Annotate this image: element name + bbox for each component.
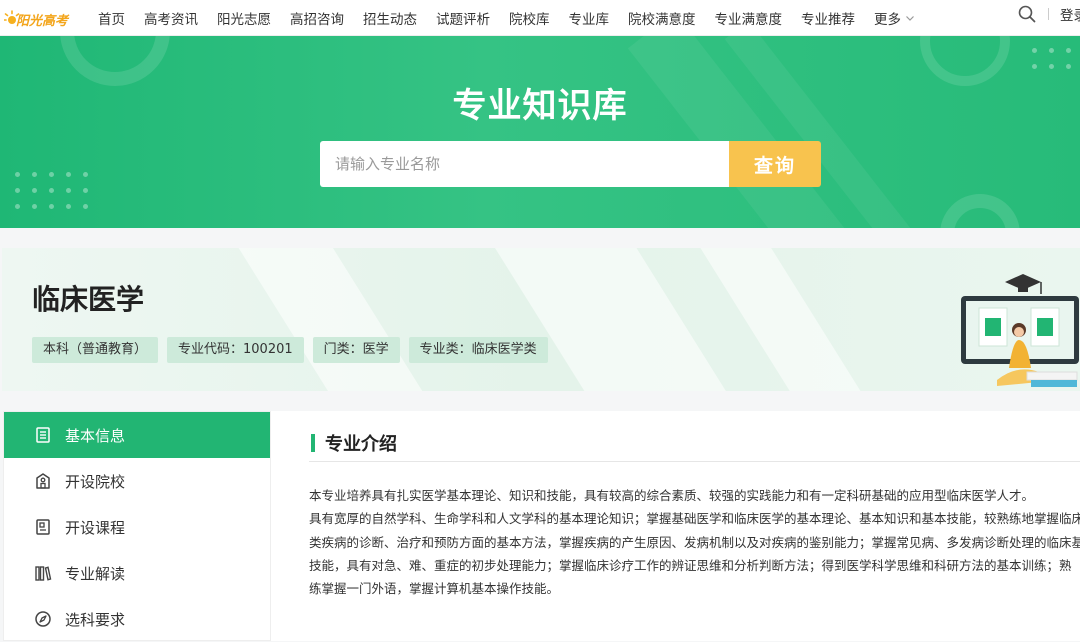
sidebar-item-schools[interactable]: 开设院校 <box>4 458 270 504</box>
intro-line: 类疾病的诊断、治疗和预防方面的基本方法，掌握疾病的产生原因、发病机制以及对疾病的… <box>309 534 1080 550</box>
header-decoration-stripe <box>228 248 456 391</box>
major-name: 临床医学 <box>32 283 145 316</box>
logo-text: 阳光高考 <box>16 14 69 29</box>
major-detail-content: 专业介绍 本专业培养具有扎实医学基本理论、知识和技能，具有较高的综合素质、较强的… <box>271 411 1080 641</box>
sidebar-item-label: 选科要求 <box>65 610 126 629</box>
intro-line: 本专业培养具有扎实医学基本理论、知识和技能，具有较高的综合素质、较强的实践能力和… <box>309 488 1035 503</box>
nav-item-school-satisfaction[interactable]: 院校满意度 <box>628 8 696 28</box>
search-button[interactable]: 查询 <box>729 141 821 187</box>
nav-item-consult[interactable]: 高招咨询 <box>290 8 344 28</box>
sidebar-item-label: 专业解读 <box>65 564 126 583</box>
search-icon[interactable] <box>1017 4 1037 24</box>
login-link[interactable]: 登录 <box>1060 4 1080 24</box>
sidebar-item-label: 开设课程 <box>65 518 126 537</box>
section-divider <box>309 461 1080 462</box>
student-study-illustration <box>961 274 1079 387</box>
banner-dot-grid <box>15 172 89 209</box>
school-building-icon <box>36 473 50 489</box>
intro-line: 技能，具有对急、难、重症的初步处理能力；掌握临床诊疗工作的辨证思维和分析判断方法… <box>309 557 1072 573</box>
nav-item-exam-analysis[interactable]: 试题评析 <box>436 8 490 28</box>
nav-item-news[interactable]: 高考资讯 <box>144 8 198 28</box>
nav-item-major-satisfaction[interactable]: 专业满意度 <box>715 8 783 28</box>
top-navigation-bar: 阳光高考 首页 高考资讯 阳光志愿 高招咨询 招生动态 试题评析 院校库 专业库… <box>0 0 1080 36</box>
chevron-down-icon <box>906 16 914 21</box>
major-header: 临床医学 本科（普通教育） 专业代码：100201 门类：医学 专业类：临床医学… <box>2 248 1080 391</box>
sidebar-item-label: 基本信息 <box>65 426 126 445</box>
tag-major-code: 专业代码：100201 <box>167 337 304 363</box>
header-decoration-stripe <box>687 248 897 391</box>
major-introduction: 本专业培养具有扎实医学基本理论、知识和技能，具有较高的综合素质、较强的实践能力和… <box>309 484 1080 600</box>
compass-icon <box>35 611 51 627</box>
banner-decoration-circle <box>940 194 1020 228</box>
intro-line: 练掌握一门外语，掌握计算机基本操作技能。 <box>309 581 560 597</box>
tag-subcategory: 专业类：临床医学类 <box>408 337 548 363</box>
major-tags: 本科（普通教育） 专业代码：100201 门类：医学 专业类：临床医学类 <box>32 337 557 363</box>
nav-item-enroll-news[interactable]: 招生动态 <box>363 8 417 28</box>
tag-degree-level: 本科（普通教育） <box>32 337 159 363</box>
books-shelf-icon <box>35 566 52 581</box>
nav-item-school-library[interactable]: 院校库 <box>509 8 550 28</box>
banner-title: 专业知识库 <box>452 86 628 126</box>
tag-category: 门类：医学 <box>312 337 400 363</box>
nav-divider <box>1048 8 1049 20</box>
site-logo[interactable]: 阳光高考 <box>2 6 80 30</box>
sidebar-item-interpretation[interactable]: 专业解读 <box>4 550 270 596</box>
main-nav: 首页 高考资讯 阳光志愿 高招咨询 招生动态 试题评析 院校库 专业库 院校满意… <box>98 0 934 36</box>
sidebar-item-subject-requirements[interactable]: 选科要求 <box>4 596 270 642</box>
major-search-input[interactable] <box>320 141 730 187</box>
section-heading-accent <box>311 434 315 452</box>
nav-item-volunteer[interactable]: 阳光志愿 <box>217 8 271 28</box>
sidebar-item-label: 开设院校 <box>65 472 126 491</box>
search-banner: 专业知识库 查询 <box>0 36 1080 228</box>
major-sidebar-menu: 基本信息 开设院校 开设课程 专业解读 选科要求 <box>3 411 271 641</box>
nav-item-home[interactable]: 首页 <box>98 8 125 28</box>
nav-item-major-library[interactable]: 专业库 <box>569 8 610 28</box>
nav-item-major-recommend[interactable]: 专业推荐 <box>801 8 855 28</box>
course-book-icon <box>36 519 50 535</box>
section-heading: 专业介绍 <box>311 430 397 456</box>
section-title: 专业介绍 <box>325 434 397 455</box>
intro-line: 具有宽厚的自然学科、生命学科和人文学科的基本理论知识；掌握基础医学和临床医学的基… <box>309 511 1080 527</box>
sidebar-item-basic-info[interactable]: 基本信息 <box>4 412 270 458</box>
document-list-icon <box>36 427 50 443</box>
nav-item-more[interactable]: 更多 <box>874 8 915 28</box>
banner-dot-grid <box>1032 48 1080 69</box>
nav-more-label: 更多 <box>874 12 901 28</box>
sidebar-item-courses[interactable]: 开设课程 <box>4 504 270 550</box>
